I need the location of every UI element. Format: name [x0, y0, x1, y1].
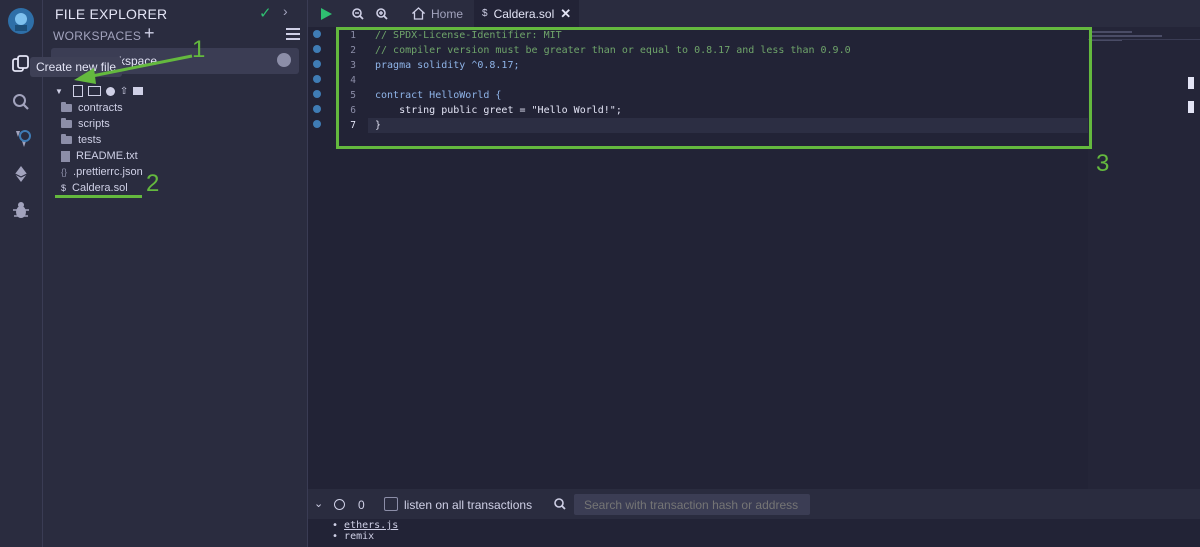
annotation-arrow-line: [91, 54, 193, 78]
annotation-number-1: 1: [192, 36, 206, 63]
annotation-code-box: [336, 27, 1092, 149]
annotation-underline: [55, 195, 142, 198]
annotation-number-2: 2: [146, 170, 160, 197]
annotation-number-3: 3: [1096, 150, 1110, 177]
annotation-arrowhead: [74, 68, 96, 84]
